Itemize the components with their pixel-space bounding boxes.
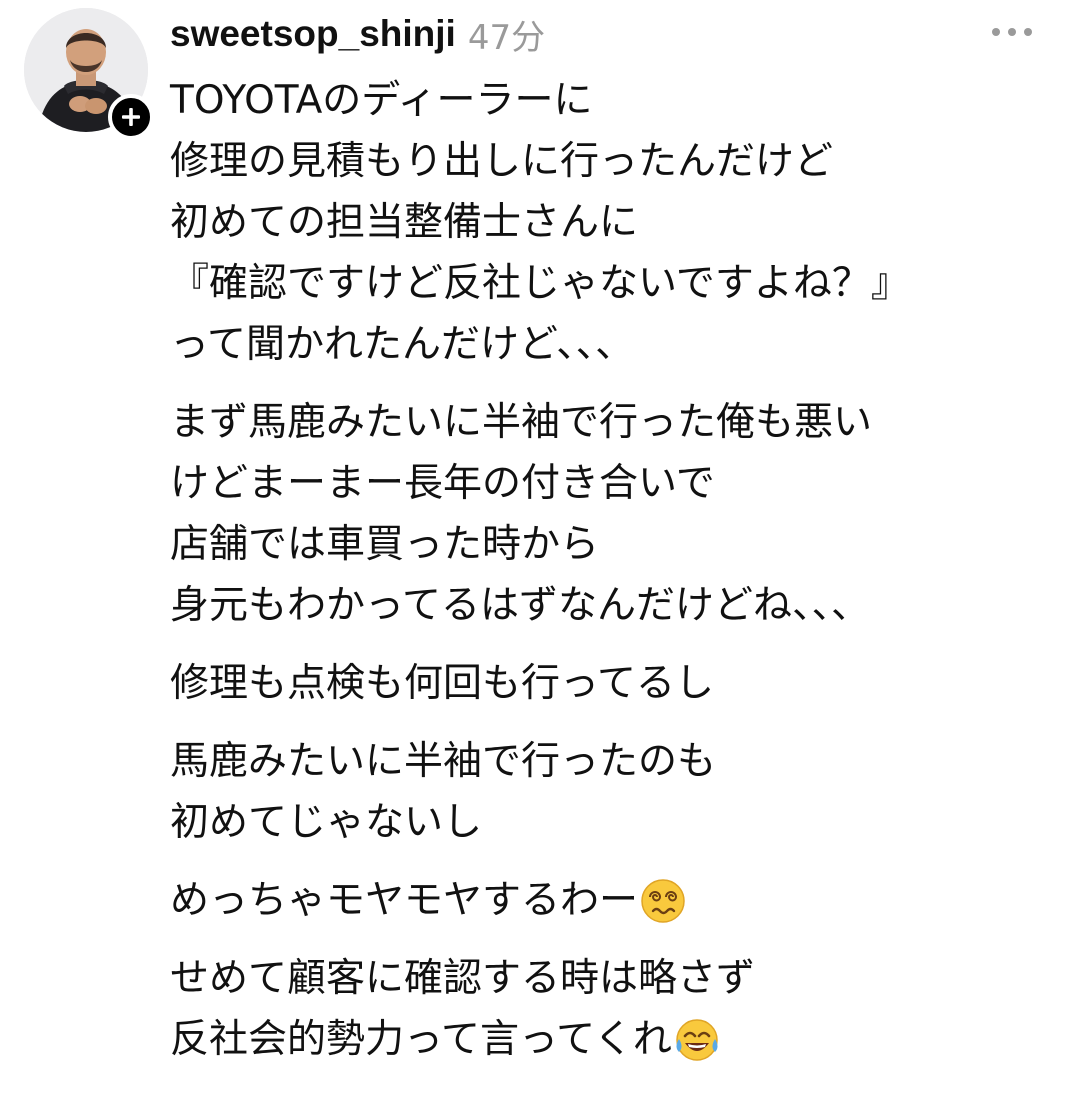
post-text-line: めっちゃモヤモヤするわー bbox=[170, 870, 1050, 931]
post-text: 『確認ですけど反社じゃないですよね？』 bbox=[170, 261, 910, 306]
post-text-line: 初めてじゃないし bbox=[170, 792, 1050, 853]
follow-button[interactable] bbox=[108, 94, 154, 140]
post-paragraph: めっちゃモヤモヤするわー bbox=[170, 870, 1050, 931]
post-body: TOYOTAのディーラーに修理の見積もり出しに行ったんだけど 初めての担当整備士さ… bbox=[170, 70, 1050, 1087]
post-timestamp: 47分 bbox=[467, 17, 546, 58]
post-text: 馬鹿みたいに半袖で行ったのも bbox=[170, 739, 717, 784]
post-text: 身元もわかってるはずなんだけどね、、、 bbox=[170, 583, 871, 628]
post-text-line: 馬鹿みたいに半袖で行ったのも bbox=[170, 731, 1050, 792]
post-text: 店舗では車買った時から bbox=[170, 522, 600, 567]
post-text: 反社会的勢力って言ってくれ bbox=[170, 1017, 672, 1062]
username-link[interactable]: sweetsop_shinji bbox=[170, 13, 456, 55]
post-text-line: 身元もわかってるはずなんだけどね、、、 bbox=[170, 575, 1050, 636]
post-text-line: 修理も点検も何回も行ってるし bbox=[170, 653, 1050, 714]
post-text-line: 店舗では車買った時から bbox=[170, 514, 1050, 575]
post-text-line: 『確認ですけど反社じゃないですよね？』 bbox=[170, 253, 1050, 314]
dizzy-face-emoji bbox=[640, 878, 686, 924]
post-paragraph: まず馬鹿みたいに半袖で行った俺も悪い けどまーまー長年の付き合いで 店舗では車買った… bbox=[170, 392, 1050, 636]
post-text-line: って聞かれたんだけど、、、 bbox=[170, 314, 1050, 375]
post-text: 修理の見積もり出しに行ったんだけど bbox=[170, 139, 834, 184]
post-text-line: TOYOTAのディーラーに bbox=[170, 70, 1050, 131]
post-text: TOYOTAのディーラーに bbox=[170, 78, 593, 123]
avatar-container bbox=[24, 8, 154, 140]
post-text: まず馬鹿みたいに半袖で行った俺も悪い bbox=[170, 400, 873, 445]
post-text: めっちゃモヤモヤするわー bbox=[170, 878, 639, 923]
post-text-line: 反社会的勢力って言ってくれ bbox=[170, 1009, 1050, 1070]
post-text-line: まず馬鹿みたいに半袖で行った俺も悪い bbox=[170, 392, 1050, 453]
more-horizontal-icon bbox=[992, 28, 1032, 36]
post-paragraph: 馬鹿みたいに半袖で行ったのも 初めてじゃないし bbox=[170, 731, 1050, 853]
post-paragraph: 修理も点検も何回も行ってるし bbox=[170, 653, 1050, 714]
post-text: けどまーまー長年の付き合いで bbox=[170, 461, 715, 506]
post-text: せめて顧客に確認する時は略さず bbox=[170, 956, 756, 1001]
post-text: 初めての担当整備士さんに bbox=[170, 200, 639, 245]
post-text: 初めてじゃないし bbox=[170, 800, 483, 845]
post-header: sweetsop_shinji 47分 bbox=[170, 8, 545, 60]
post-text-line: けどまーまー長年の付き合いで bbox=[170, 453, 1050, 514]
post-text: 修理も点検も何回も行ってるし bbox=[170, 661, 715, 706]
post-text-line: 修理の見積もり出しに行ったんだけど bbox=[170, 131, 1050, 192]
post: sweetsop_shinji 47分 TOYOTAのディーラーに修理の見積もり… bbox=[0, 0, 1080, 1109]
post-text-line: せめて顧客に確認する時は略さず bbox=[170, 948, 1050, 1009]
post-paragraph: せめて顧客に確認する時は略さず 反社会的勢力って言ってくれ bbox=[170, 948, 1050, 1070]
post-paragraph: TOYOTAのディーラーに修理の見積もり出しに行ったんだけど 初めての担当整備士さ… bbox=[170, 70, 1050, 375]
post-text: って聞かれたんだけど、、、 bbox=[170, 322, 635, 367]
tears-of-joy-emoji bbox=[674, 1017, 720, 1063]
plus-icon bbox=[122, 108, 140, 126]
post-text-line: 初めての担当整備士さんに bbox=[170, 192, 1050, 253]
more-options-button[interactable] bbox=[990, 22, 1034, 42]
